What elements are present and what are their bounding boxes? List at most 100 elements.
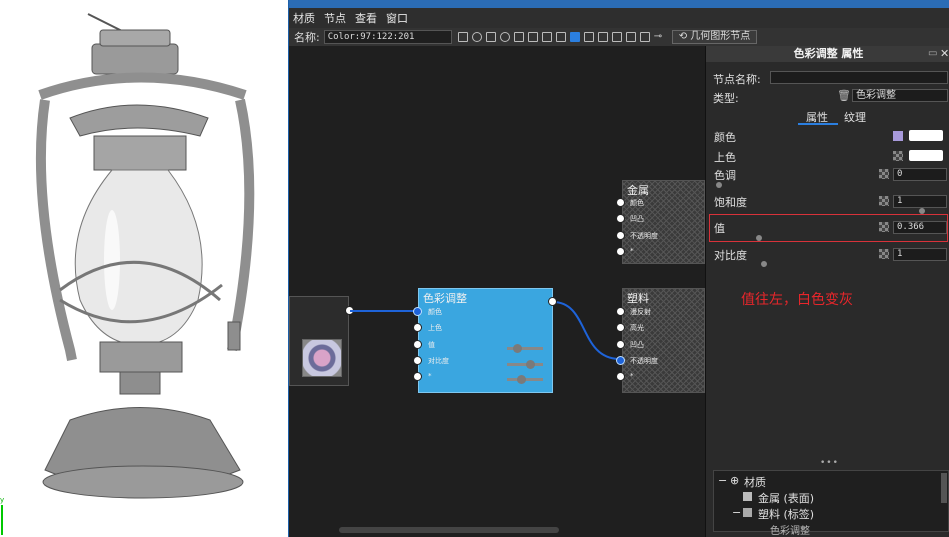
metal-node-title: 金属 — [627, 184, 649, 197]
value-texture-icon[interactable] — [879, 222, 889, 232]
port-label: 凹凸 — [630, 215, 644, 223]
plastic-material-icon — [743, 508, 752, 517]
menu-item-material[interactable]: 材质 — [293, 10, 315, 26]
menu-item-node[interactable]: 节点 — [324, 10, 346, 26]
port-label: 上色 — [428, 324, 442, 332]
trash-icon[interactable]: 🗑 — [837, 89, 851, 102]
menu-item-window[interactable]: 窗口 — [386, 10, 408, 26]
port-label: * — [630, 247, 634, 255]
node-graph-canvas[interactable]: 色彩调整 颜色 上色 值 对比度 * 金属 颜色 凹凸 不透明度 * 塑料 漫反… — [289, 46, 705, 537]
lantern-render: y — [0, 13, 255, 535]
contrast-slider[interactable] — [761, 261, 767, 267]
align-icon[interactable] — [611, 32, 622, 42]
material-root-icon: ⊕ — [730, 474, 740, 487]
layout-icon[interactable] — [597, 32, 608, 42]
port-label: 不透明度 — [630, 232, 658, 240]
tree-item-metal[interactable]: 金属 (表面) — [758, 490, 814, 506]
tree-root-label[interactable]: 材质 — [744, 474, 766, 490]
metal-in-opacity[interactable] — [616, 231, 625, 240]
svg-text:y: y — [0, 496, 4, 504]
node-name-input[interactable] — [770, 71, 948, 84]
menu-item-view[interactable]: 查看 — [355, 10, 377, 26]
metal-in-extra[interactable] — [616, 247, 625, 256]
color-adjust-in-tint[interactable] — [413, 323, 422, 332]
tree-collapse-icon[interactable]: − — [718, 474, 727, 487]
color-adjust-node[interactable]: 色彩调整 — [418, 288, 553, 393]
properties-panel: 色彩调整 属性 ▭ ✕ 节点名称: 类型: 🗑 色彩调整 属性 纹理 颜色 上色… — [705, 46, 949, 537]
tint-swatch[interactable] — [909, 150, 943, 161]
color-adjust-output-port[interactable] — [548, 297, 557, 306]
cube-preview-icon[interactable] — [485, 32, 496, 42]
sphere-preview-icon[interactable] — [471, 32, 482, 42]
tab-texture[interactable]: 纹理 — [844, 109, 866, 125]
tree-item-plastic[interactable]: 塑料 (标签) — [758, 506, 814, 522]
contrast-texture-icon[interactable] — [879, 249, 889, 259]
plastic-in-bump[interactable] — [616, 340, 625, 349]
canvas-horizontal-scrollbar[interactable] — [339, 527, 559, 533]
geometry-node-label: 几何图形节点 — [690, 31, 751, 42]
color-adjust-in-color[interactable] — [413, 307, 422, 316]
contrast-input[interactable]: 1 — [893, 248, 947, 261]
3d-viewport[interactable]: y — [0, 0, 288, 537]
slider-knob-2 — [526, 360, 535, 369]
save-icon[interactable] — [457, 32, 468, 42]
port-label: 高光 — [630, 324, 644, 332]
float-icon[interactable]: ▭ — [928, 48, 937, 59]
hue-slider[interactable] — [716, 182, 722, 188]
color-adjust-in-contrast[interactable] — [413, 356, 422, 365]
delete-icon[interactable] — [555, 32, 566, 42]
annotation-text: 值往左，白色变灰 — [741, 292, 853, 308]
window-titlebar[interactable] — [289, 0, 949, 8]
close-icon[interactable]: ✕ — [940, 47, 949, 60]
plastic-in-extra[interactable] — [616, 372, 625, 381]
material-tree: − ⊕ 材质 金属 (表面) − 塑料 (标签) 色彩调整 — [713, 470, 949, 537]
lock-icon[interactable] — [527, 32, 538, 42]
hue-input[interactable]: 0 — [893, 168, 947, 181]
refresh-icon[interactable] — [499, 32, 510, 42]
type-dropdown[interactable]: 色彩调整 — [852, 89, 948, 102]
material-node-icon[interactable] — [569, 32, 580, 42]
value-slider[interactable] — [756, 235, 762, 241]
value-input[interactable]: 0.366 — [893, 221, 947, 234]
color-texture-icon[interactable] — [893, 131, 903, 141]
plastic-in-opacity[interactable] — [616, 356, 625, 365]
plastic-in-diffuse[interactable] — [616, 307, 625, 316]
slider-track-2 — [507, 363, 543, 366]
metal-in-bump[interactable] — [616, 214, 625, 223]
port-label: 对比度 — [428, 357, 449, 365]
copy-icon[interactable] — [541, 32, 552, 42]
slider-knob-1 — [513, 344, 522, 353]
metal-material-icon — [743, 492, 752, 501]
port-label: 颜色 — [428, 308, 442, 316]
toolbar-icon-group: ⊸ — [457, 32, 664, 42]
prop-tint-label: 上色 — [714, 151, 736, 164]
connect-icon[interactable]: ⊸ — [654, 32, 664, 42]
plastic-in-specular[interactable] — [616, 323, 625, 332]
prop-color-label: 颜色 — [714, 131, 736, 144]
saturation-texture-icon[interactable] — [879, 196, 889, 206]
tree-item-color-adjust[interactable]: 色彩调整 — [770, 522, 810, 537]
prop-hue-label: 色调 — [714, 169, 736, 182]
geometry-node-button[interactable]: ⟲ 几何图形节点 — [671, 30, 758, 44]
material-editor-window: 材质 节点 查看 窗口 名称: Color:97:122:201 ⊸ ⟲ 几何图… — [288, 0, 949, 537]
color-adjust-in-value[interactable] — [413, 340, 422, 349]
port-label: 漫反射 — [630, 308, 651, 316]
tint-texture-icon[interactable] — [893, 151, 903, 161]
grid-icon[interactable] — [625, 32, 636, 42]
image-icon[interactable] — [639, 32, 650, 42]
prop-contrast-label: 对比度 — [714, 249, 747, 262]
color-adjust-node-title: 色彩调整 — [423, 292, 467, 305]
splitter-handle[interactable]: ••• — [820, 458, 839, 468]
color-adjust-in-extra[interactable] — [413, 372, 422, 381]
saturation-input[interactable]: 1 — [893, 195, 947, 208]
name-label: 名称: — [294, 31, 320, 44]
texture-node-icon[interactable] — [583, 32, 594, 42]
name-field[interactable]: Color:97:122:201 — [323, 30, 452, 44]
tree-collapse-icon-2[interactable]: − — [732, 506, 741, 519]
settings-icon[interactable] — [513, 32, 524, 42]
color-swatch[interactable] — [909, 130, 943, 141]
metal-in-color[interactable] — [616, 198, 625, 207]
tree-scrollbar[interactable] — [941, 473, 947, 503]
plastic-node-title: 塑料 — [627, 292, 649, 305]
hue-texture-icon[interactable] — [879, 169, 889, 179]
